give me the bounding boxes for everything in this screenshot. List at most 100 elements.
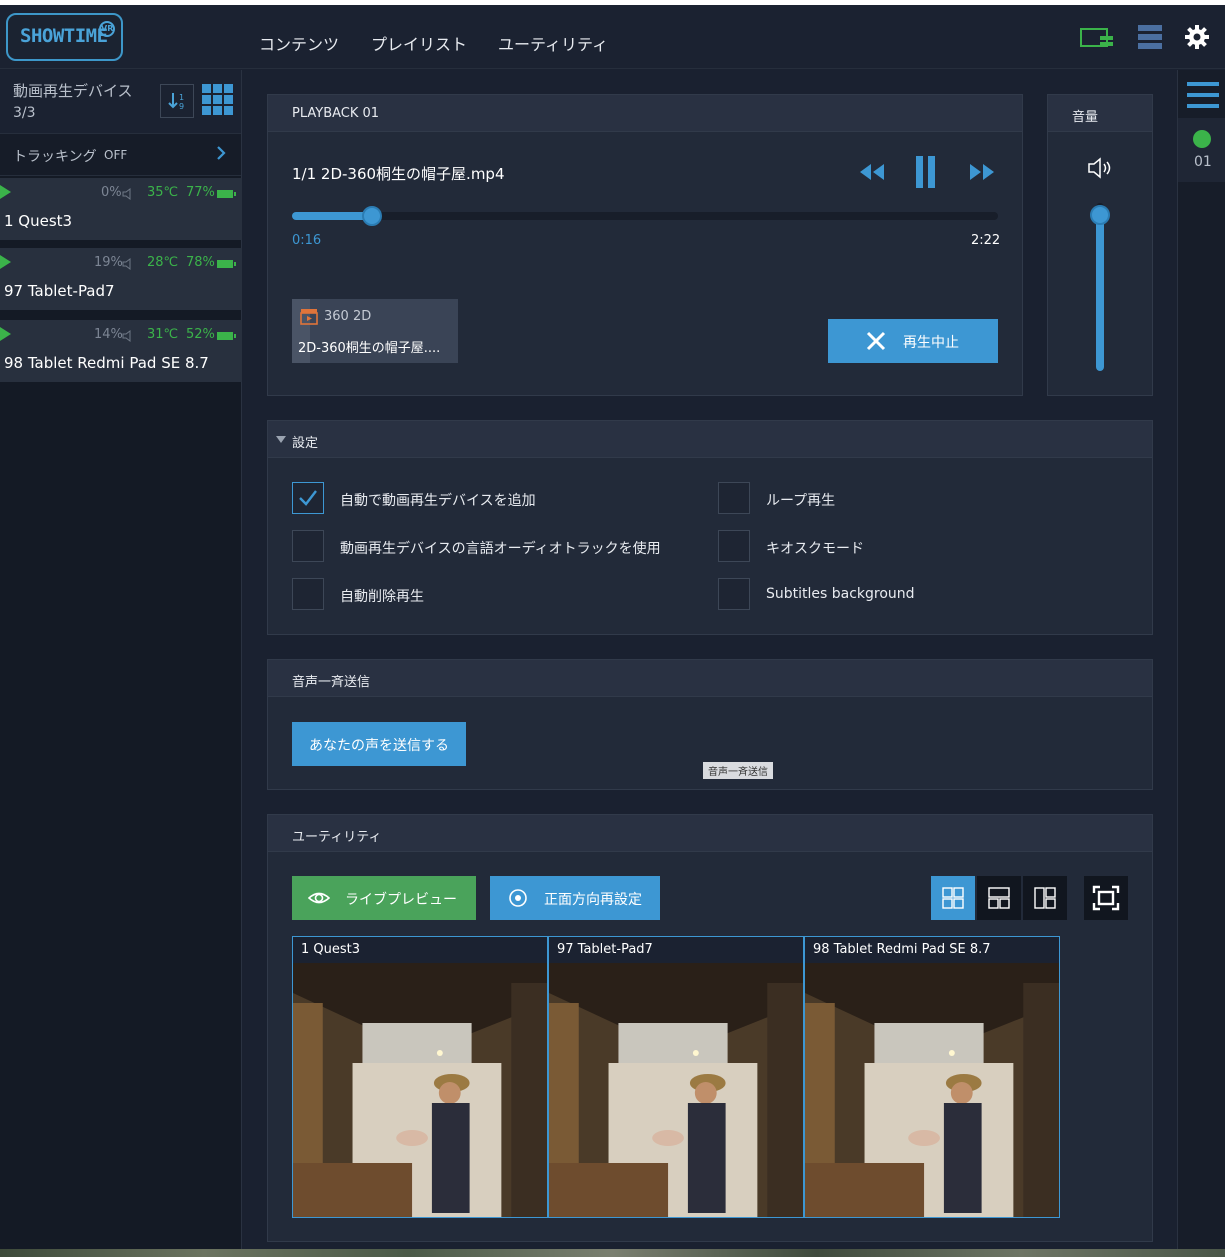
nav-contents[interactable]: コンテンツ <box>259 31 339 55</box>
logo-text: SHOWTIME <box>20 25 108 47</box>
auto-delete-playback-checkbox[interactable] <box>292 578 324 610</box>
device-volume: 19% <box>94 255 123 270</box>
kiosk-mode-label: キオスクモード <box>766 541 864 557</box>
device-audio-track-checkbox[interactable] <box>292 530 324 562</box>
media-card[interactable]: 360 2D 2D-360桐生の帽子屋.... <box>292 299 458 363</box>
speaker-icon <box>122 330 131 342</box>
playback-slot-bar: 01 <box>1177 70 1225 1257</box>
playback-header: PLAYBACK 01 <box>268 95 1022 132</box>
device-volume: 14% <box>94 327 123 342</box>
video-clapper-icon <box>300 309 318 325</box>
nav-playlist[interactable]: プレイリスト <box>371 31 467 55</box>
layout-top-large-button[interactable] <box>977 876 1021 920</box>
loop-playback-checkbox[interactable] <box>718 482 750 514</box>
device-audio-track-label: 動画再生デバイスの言語オーディオトラックを使用 <box>340 541 661 557</box>
loop-playback-label: ループ再生 <box>766 493 836 509</box>
tooltip: 音声一斉送信 <box>703 762 773 779</box>
total-time: 2:22 <box>971 233 1001 248</box>
fast-forward-icon[interactable] <box>968 163 996 181</box>
kiosk-mode-checkbox[interactable] <box>718 530 750 562</box>
volume-handle[interactable] <box>1090 204 1110 225</box>
settings-header[interactable]: 設定 <box>268 421 1152 458</box>
grid-view-icon[interactable] <box>202 84 234 116</box>
auto-delete-playback-label: 自動削除再生 <box>340 589 424 605</box>
fullscreen-button[interactable] <box>1084 876 1128 920</box>
fullscreen-icon <box>1092 885 1120 911</box>
media-name: 2D-360桐生の帽子屋.... <box>298 341 441 356</box>
layout-grid-button[interactable] <box>931 876 975 920</box>
device-volume: 0% <box>101 185 122 200</box>
device-list-header: 動画再生デバイス 3/3 1 9 <box>0 70 241 134</box>
sort-icon: 1 9 <box>168 93 184 111</box>
showtime-logo[interactable]: SHOWTIME VR <box>6 13 123 61</box>
preview-tile[interactable]: 98 Tablet Redmi Pad SE 8.7 <box>804 936 1060 1218</box>
check-icon <box>299 490 317 506</box>
device-list-title: 動画再生デバイス <box>13 82 133 100</box>
preview-tile[interactable]: 1 Quest3 <box>292 936 548 1218</box>
play-status-icon <box>0 185 11 199</box>
playback-panel: PLAYBACK 01 1/1 2D-360桐生の帽子屋.mp4 0:16 2:… <box>267 94 1023 396</box>
track-title: 1/1 2D-360桐生の帽子屋.mp4 <box>292 165 505 183</box>
preview-tile-title: 1 Quest3 <box>293 937 547 963</box>
layout-top-large-icon <box>988 887 1010 909</box>
svg-text:9: 9 <box>179 102 184 111</box>
current-time: 0:16 <box>292 233 322 248</box>
chevron-right-icon <box>217 146 226 160</box>
device-battery-percent: 77% <box>186 185 215 200</box>
device-row[interactable]: 14% 31℃ 52% 98 Tablet Redmi Pad SE 8.7 <box>0 320 242 382</box>
eye-icon <box>308 892 330 904</box>
preview-tile-title: 98 Tablet Redmi Pad SE 8.7 <box>805 937 1059 963</box>
layout-grid-icon <box>942 887 964 909</box>
device-battery-percent: 52% <box>186 327 215 342</box>
settings-panel: 設定 自動で動画再生デバイスを追加 ループ再生 動画再生デバイスの言語オーディオ… <box>267 420 1153 635</box>
tracking-toggle[interactable]: トラッキング OFF <box>0 134 241 176</box>
nav-utility[interactable]: ユーティリティ <box>498 31 608 55</box>
preview-tile[interactable]: 97 Tablet-Pad7 <box>548 936 804 1218</box>
logo-vr-badge: VR <box>99 21 115 37</box>
tracking-state: OFF <box>104 148 128 162</box>
app-header: SHOWTIME VR コンテンツ プレイリスト ユーティリティ <box>0 5 1225 69</box>
playback-slot[interactable]: 01 <box>1178 118 1225 182</box>
device-temperature: 28℃ <box>147 255 179 270</box>
live-preview-image <box>549 963 803 1217</box>
hamburger-menu-icon[interactable] <box>1187 82 1219 108</box>
cast-device-icon[interactable] <box>1080 27 1114 49</box>
battery-icon <box>217 190 236 198</box>
play-status-icon <box>0 255 11 269</box>
speaker-icon <box>122 188 131 200</box>
seek-handle[interactable] <box>361 206 382 226</box>
auto-add-device-checkbox[interactable] <box>292 482 324 514</box>
device-row[interactable]: 0% 35℃ 77% 1 Quest3 <box>0 178 242 240</box>
subtitles-background-label: Subtitles background <box>766 586 915 602</box>
playback-title: PLAYBACK 01 <box>292 106 380 121</box>
sort-button[interactable]: 1 9 <box>160 84 194 118</box>
layout-left-large-button[interactable] <box>1023 876 1067 920</box>
recenter-button[interactable]: 正面方向再設定 <box>490 876 660 920</box>
volume-slider[interactable] <box>1090 203 1110 371</box>
stop-playback-label: 再生中止 <box>903 335 959 351</box>
settings-title: 設定 <box>292 436 319 451</box>
battery-icon <box>217 260 236 268</box>
device-name: 97 Tablet-Pad7 <box>4 282 115 300</box>
seek-progress <box>292 212 372 220</box>
pause-icon[interactable] <box>914 155 938 189</box>
recenter-icon <box>509 889 527 907</box>
volume-level <box>1096 214 1104 371</box>
main-content: PLAYBACK 01 1/1 2D-360桐生の帽子屋.mp4 0:16 2:… <box>243 70 1177 1257</box>
server-list-icon[interactable] <box>1138 25 1162 51</box>
subtitles-background-checkbox[interactable] <box>718 578 750 610</box>
send-voice-button[interactable]: あなたの声を送信する <box>292 722 466 766</box>
rewind-icon[interactable] <box>858 163 886 181</box>
seek-bar[interactable] <box>292 206 998 226</box>
stop-playback-button[interactable]: 再生中止 <box>828 319 998 363</box>
gear-icon[interactable] <box>1184 24 1210 50</box>
close-icon <box>866 331 886 351</box>
device-row[interactable]: 19% 28℃ 78% 97 Tablet-Pad7 <box>0 248 242 310</box>
svg-text:1: 1 <box>179 93 184 102</box>
volume-header: 音量 <box>1048 95 1152 132</box>
device-temperature: 31℃ <box>147 327 179 342</box>
battery-icon <box>217 332 236 340</box>
live-preview-button[interactable]: ライブプレビュー <box>292 876 476 920</box>
media-type: 360 2D <box>324 309 372 324</box>
speaker-volume-icon <box>1088 157 1111 179</box>
